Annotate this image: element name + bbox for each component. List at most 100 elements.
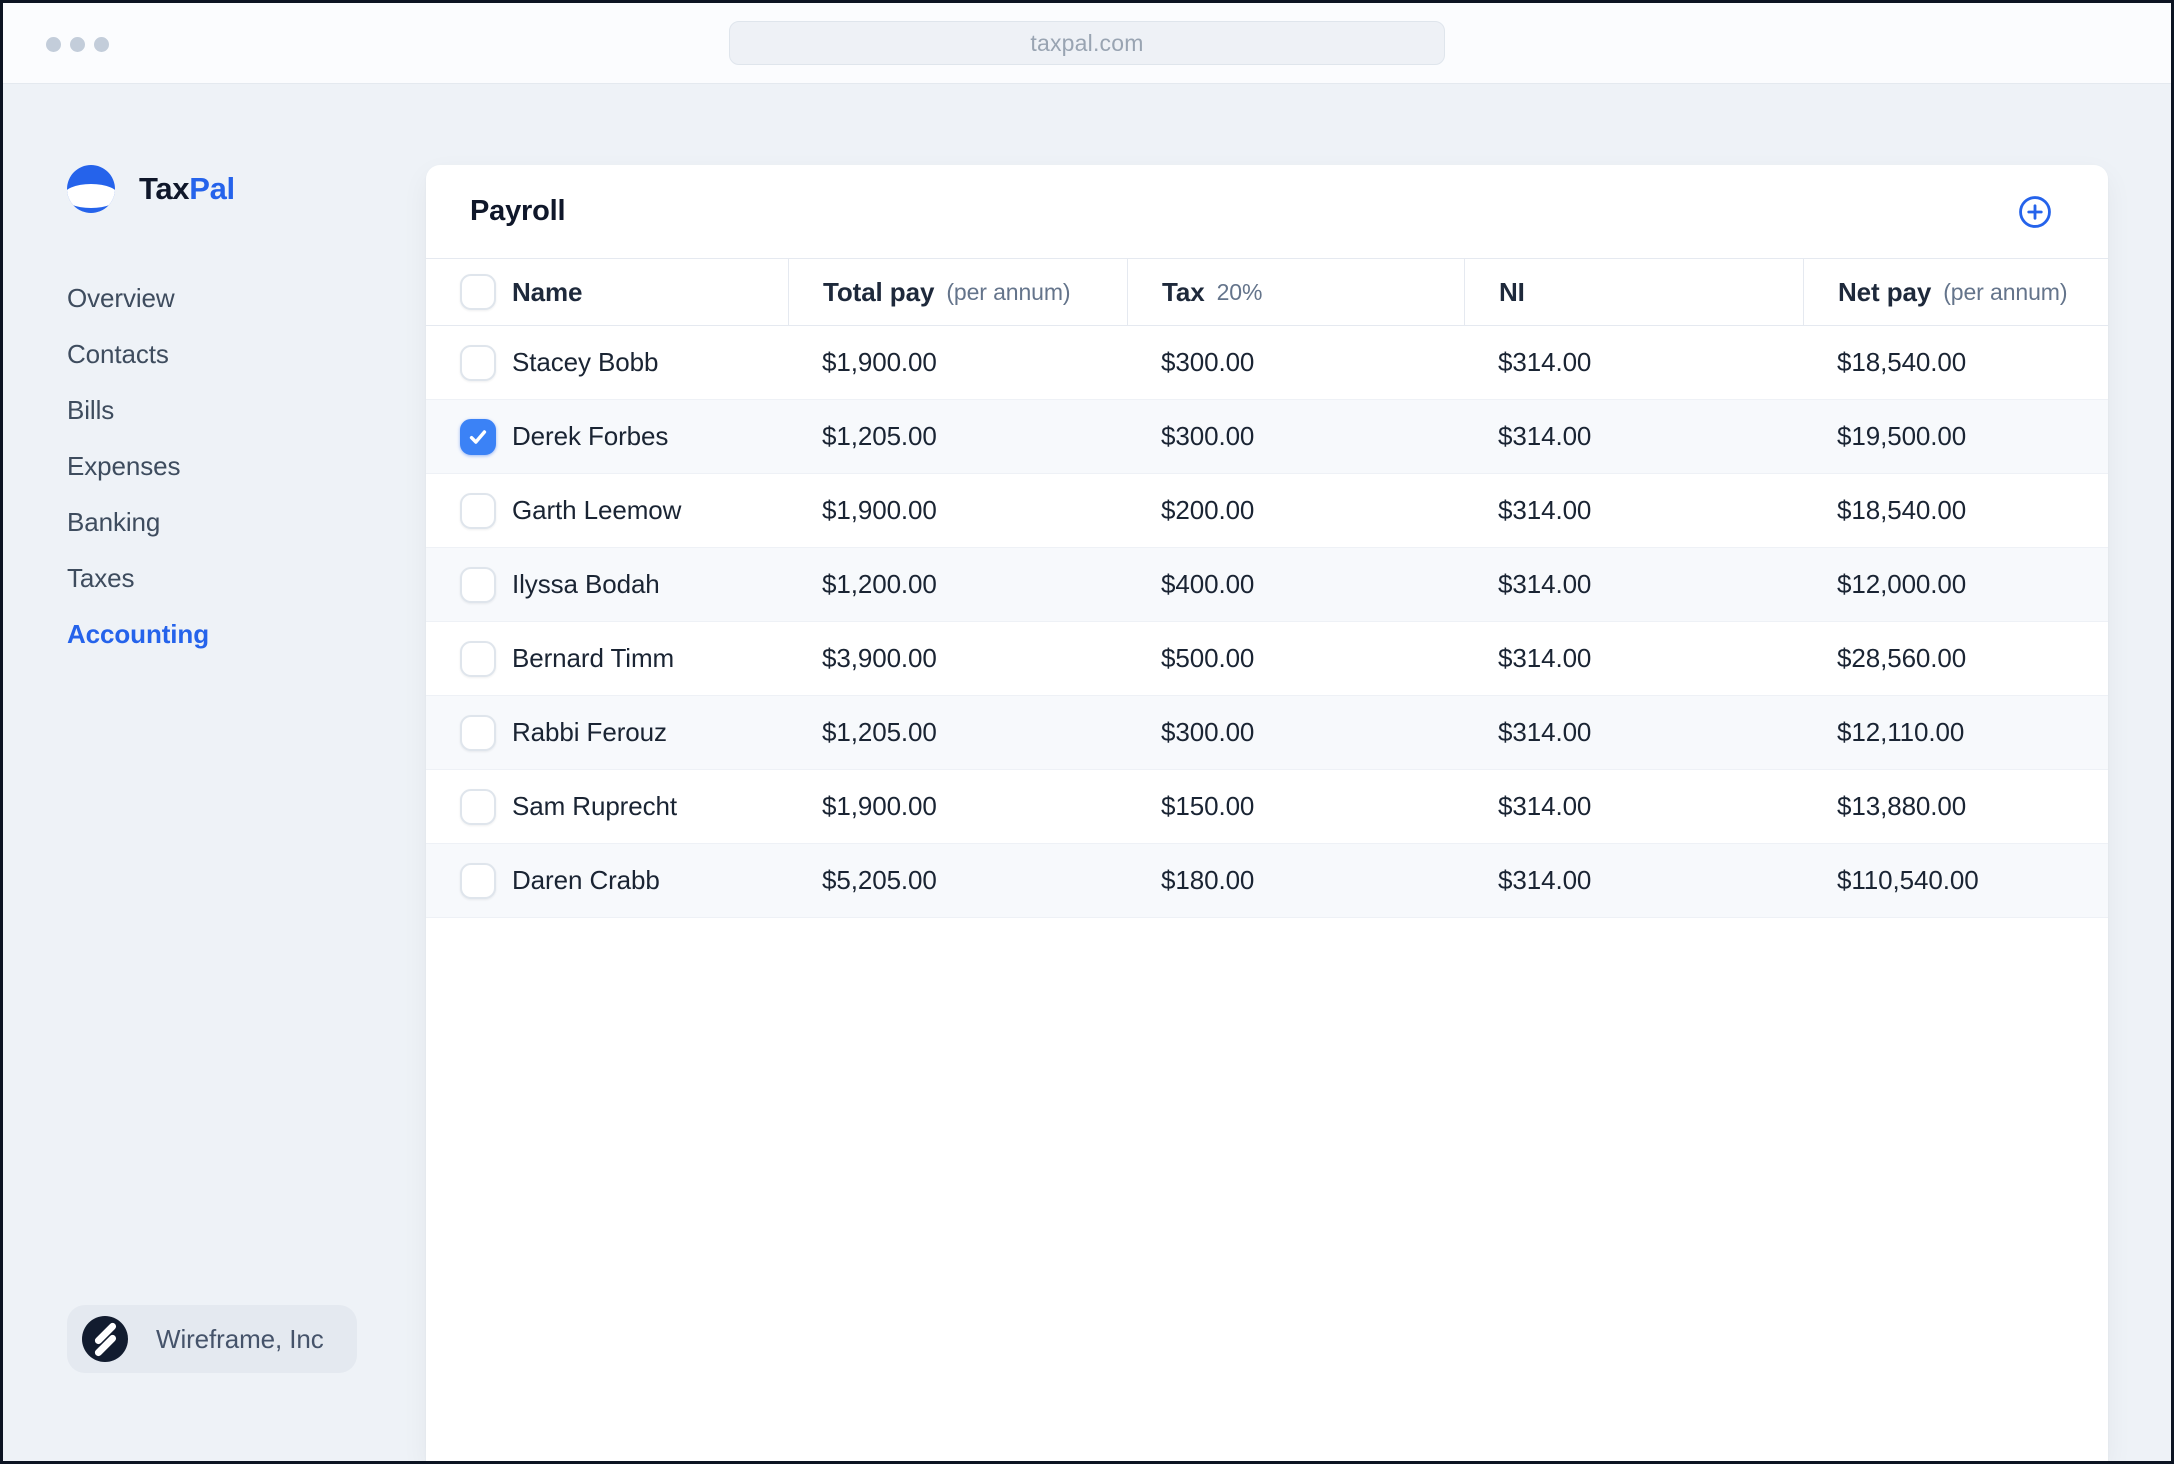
sidebar-item-banking[interactable]: Banking xyxy=(67,494,426,550)
table-row: Bernard Timm $3,900.00 $500.00 $314.00 $… xyxy=(426,622,2108,696)
row-checkbox[interactable] xyxy=(460,566,496,603)
app-body: TaxPal Overview Contacts Bills Expenses Bank… xyxy=(3,84,2171,1461)
employee-name: Garth Leemow xyxy=(512,495,682,525)
row-checkbox[interactable] xyxy=(460,788,496,825)
cell-tax: $300.00 xyxy=(1161,347,1255,377)
payroll-table: Name Total pay (per annum) Tax 20% NI Ne… xyxy=(426,258,2108,918)
cell-net-pay: $110,540.00 xyxy=(1837,865,1979,895)
table-row: Garth Leemow $1,900.00 $200.00 $314.00 $… xyxy=(426,474,2108,548)
table-row: Derek Forbes $1,205.00 $300.00 $314.00 $… xyxy=(426,400,2108,474)
cell-name: Daren Crabb xyxy=(426,862,788,899)
header-cell-name: Name xyxy=(426,259,788,325)
employee-name: Sam Ruprecht xyxy=(512,791,677,821)
brand-name: TaxPal xyxy=(139,171,235,206)
table-row: Sam Ruprecht $1,900.00 $150.00 $314.00 $… xyxy=(426,770,2108,844)
cell-name: Ilyssa Bodah xyxy=(426,566,788,603)
sidebar-item-overview[interactable]: Overview xyxy=(67,270,426,326)
cell-ni: $314.00 xyxy=(1498,791,1592,821)
employee-name: Ilyssa Bodah xyxy=(512,569,660,599)
cell-net-pay: $12,000.00 xyxy=(1837,569,1967,599)
employee-name: Bernard Timm xyxy=(512,643,675,673)
cell-name: Garth Leemow xyxy=(426,492,788,529)
cell-tax: $300.00 xyxy=(1161,421,1255,451)
sidebar-item-bills[interactable]: Bills xyxy=(67,382,426,438)
sidebar-nav: Overview Contacts Bills Expenses Banking Taxe… xyxy=(67,270,426,662)
cell-total-pay: $1,205.00 xyxy=(822,717,937,747)
cell-tax: $180.00 xyxy=(1161,865,1255,895)
employee-name: Derek Forbes xyxy=(512,421,669,451)
cell-net-pay: $28,560.00 xyxy=(1837,643,1967,673)
select-all-checkbox[interactable] xyxy=(460,274,496,310)
cell-ni: $314.00 xyxy=(1498,865,1592,895)
window-dot-icon[interactable] xyxy=(94,37,109,52)
url-bar[interactable]: taxpal.com xyxy=(729,21,1445,65)
cell-tax: $500.00 xyxy=(1161,643,1255,673)
cell-total-pay: $1,205.00 xyxy=(822,421,937,451)
payroll-card: Payroll Name Total pay (per annum) Tax 2… xyxy=(426,165,2108,1461)
employee-name: Daren Crabb xyxy=(512,865,660,895)
cell-total-pay: $1,900.00 xyxy=(822,347,937,377)
sidebar-item-accounting[interactable]: Accounting xyxy=(67,606,426,662)
cell-total-pay: $1,900.00 xyxy=(822,495,937,525)
cell-net-pay: $12,110.00 xyxy=(1837,717,1965,747)
cell-name: Derek Forbes xyxy=(426,418,788,455)
cell-ni: $314.00 xyxy=(1498,569,1592,599)
sidebar-item-contacts[interactable]: Contacts xyxy=(67,326,426,382)
company-switcher[interactable]: Wireframe, Inc xyxy=(67,1305,357,1373)
sidebar-item-expenses[interactable]: Expenses xyxy=(67,438,426,494)
wireframe-logo-icon xyxy=(82,1316,128,1362)
header-cell-tax: Tax 20% xyxy=(1127,259,1464,325)
row-checkbox[interactable] xyxy=(460,344,496,381)
window-controls xyxy=(46,37,109,52)
cell-ni: $314.00 xyxy=(1498,495,1592,525)
cell-tax: $400.00 xyxy=(1161,569,1255,599)
row-checkbox[interactable] xyxy=(460,714,496,751)
plus-circle-icon xyxy=(2019,195,2051,228)
cell-tax: $150.00 xyxy=(1161,791,1255,821)
table-body: Stacey Bobb $1,900.00 $300.00 $314.00 $1… xyxy=(426,326,2108,918)
cell-total-pay: $1,200.00 xyxy=(822,569,937,599)
window-dot-icon[interactable] xyxy=(46,37,61,52)
cell-ni: $314.00 xyxy=(1498,717,1592,747)
cell-name: Sam Ruprecht xyxy=(426,788,788,825)
taxpal-logo-icon xyxy=(67,165,115,213)
cell-tax: $200.00 xyxy=(1161,495,1255,525)
cell-net-pay: $18,540.00 xyxy=(1837,495,1967,525)
table-row: Daren Crabb $5,205.00 $180.00 $314.00 $1… xyxy=(426,844,2108,918)
add-row-button[interactable] xyxy=(2017,194,2053,230)
row-checkbox[interactable] xyxy=(460,640,496,677)
row-checkbox[interactable] xyxy=(460,862,496,899)
check-icon xyxy=(469,429,487,444)
cell-net-pay: $13,880.00 xyxy=(1837,791,1967,821)
cell-name: Stacey Bobb xyxy=(426,344,788,381)
cell-tax: $300.00 xyxy=(1161,717,1255,747)
header-cell-net-pay: Net pay (per annum) xyxy=(1803,259,2108,325)
cell-name: Bernard Timm xyxy=(426,640,788,677)
cell-ni: $314.00 xyxy=(1498,643,1592,673)
table-row: Stacey Bobb $1,900.00 $300.00 $314.00 $1… xyxy=(426,326,2108,400)
row-checkbox[interactable] xyxy=(460,418,496,455)
row-checkbox[interactable] xyxy=(460,492,496,529)
cell-total-pay: $1,900.00 xyxy=(822,791,937,821)
main-area: Payroll Name Total pay (per annum) Tax 2… xyxy=(426,84,2171,1461)
table-header-row: Name Total pay (per annum) Tax 20% NI Ne… xyxy=(426,258,2108,326)
employee-name: Rabbi Ferouz xyxy=(512,717,667,747)
cell-net-pay: $18,540.00 xyxy=(1837,347,1967,377)
sidebar-item-taxes[interactable]: Taxes xyxy=(67,550,426,606)
cell-net-pay: $19,500.00 xyxy=(1837,421,1967,451)
cell-name: Rabbi Ferouz xyxy=(426,714,788,751)
cell-total-pay: $3,900.00 xyxy=(822,643,937,673)
browser-topbar: taxpal.com xyxy=(3,3,2171,84)
header-cell-ni: NI xyxy=(1464,259,1803,325)
sidebar: TaxPal Overview Contacts Bills Expenses Bank… xyxy=(3,84,426,1461)
page-title: Payroll xyxy=(470,195,566,227)
header-cell-total-pay: Total pay (per annum) xyxy=(788,259,1127,325)
table-row: Ilyssa Bodah $1,200.00 $400.00 $314.00 $… xyxy=(426,548,2108,622)
card-header: Payroll xyxy=(426,165,2108,258)
brand[interactable]: TaxPal xyxy=(67,165,426,213)
cell-ni: $314.00 xyxy=(1498,347,1592,377)
employee-name: Stacey Bobb xyxy=(512,347,659,377)
window-dot-icon[interactable] xyxy=(70,37,85,52)
company-name: Wireframe, Inc xyxy=(156,1323,324,1354)
